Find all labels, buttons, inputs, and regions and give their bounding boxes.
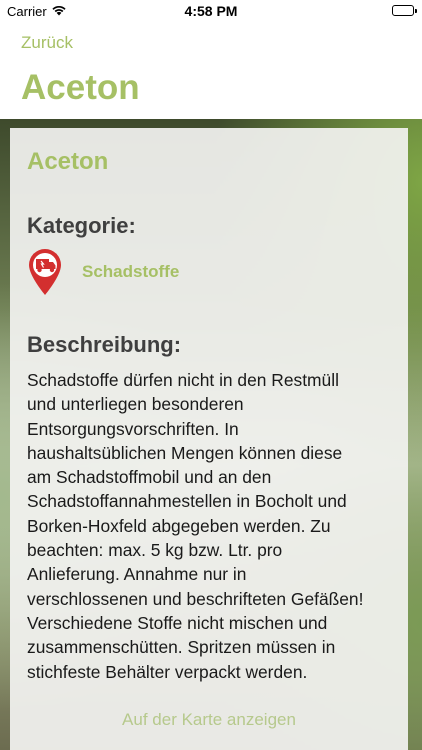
description-heading: Beschreibung: bbox=[27, 332, 182, 357]
detail-card: Aceton Kategorie: Schadstoffe Beschreibu… bbox=[10, 128, 408, 750]
status-bar: Carrier 4:58 PM bbox=[0, 0, 422, 22]
back-button[interactable]: Zurück bbox=[21, 33, 73, 53]
show-on-map-button[interactable]: Auf der Karte anzeigen bbox=[10, 710, 408, 730]
card-title: Aceton bbox=[27, 148, 109, 175]
category-heading: Kategorie: bbox=[27, 213, 136, 238]
page-title: Aceton bbox=[21, 68, 140, 107]
description-text: Schadstoffe dürfen nicht in den Restmüll… bbox=[27, 370, 364, 682]
clock: 4:58 PM bbox=[184, 3, 238, 19]
category-label: Schadstoffe bbox=[82, 262, 180, 281]
battery-icon bbox=[392, 5, 417, 16]
truck-location-pin-icon bbox=[27, 248, 63, 296]
